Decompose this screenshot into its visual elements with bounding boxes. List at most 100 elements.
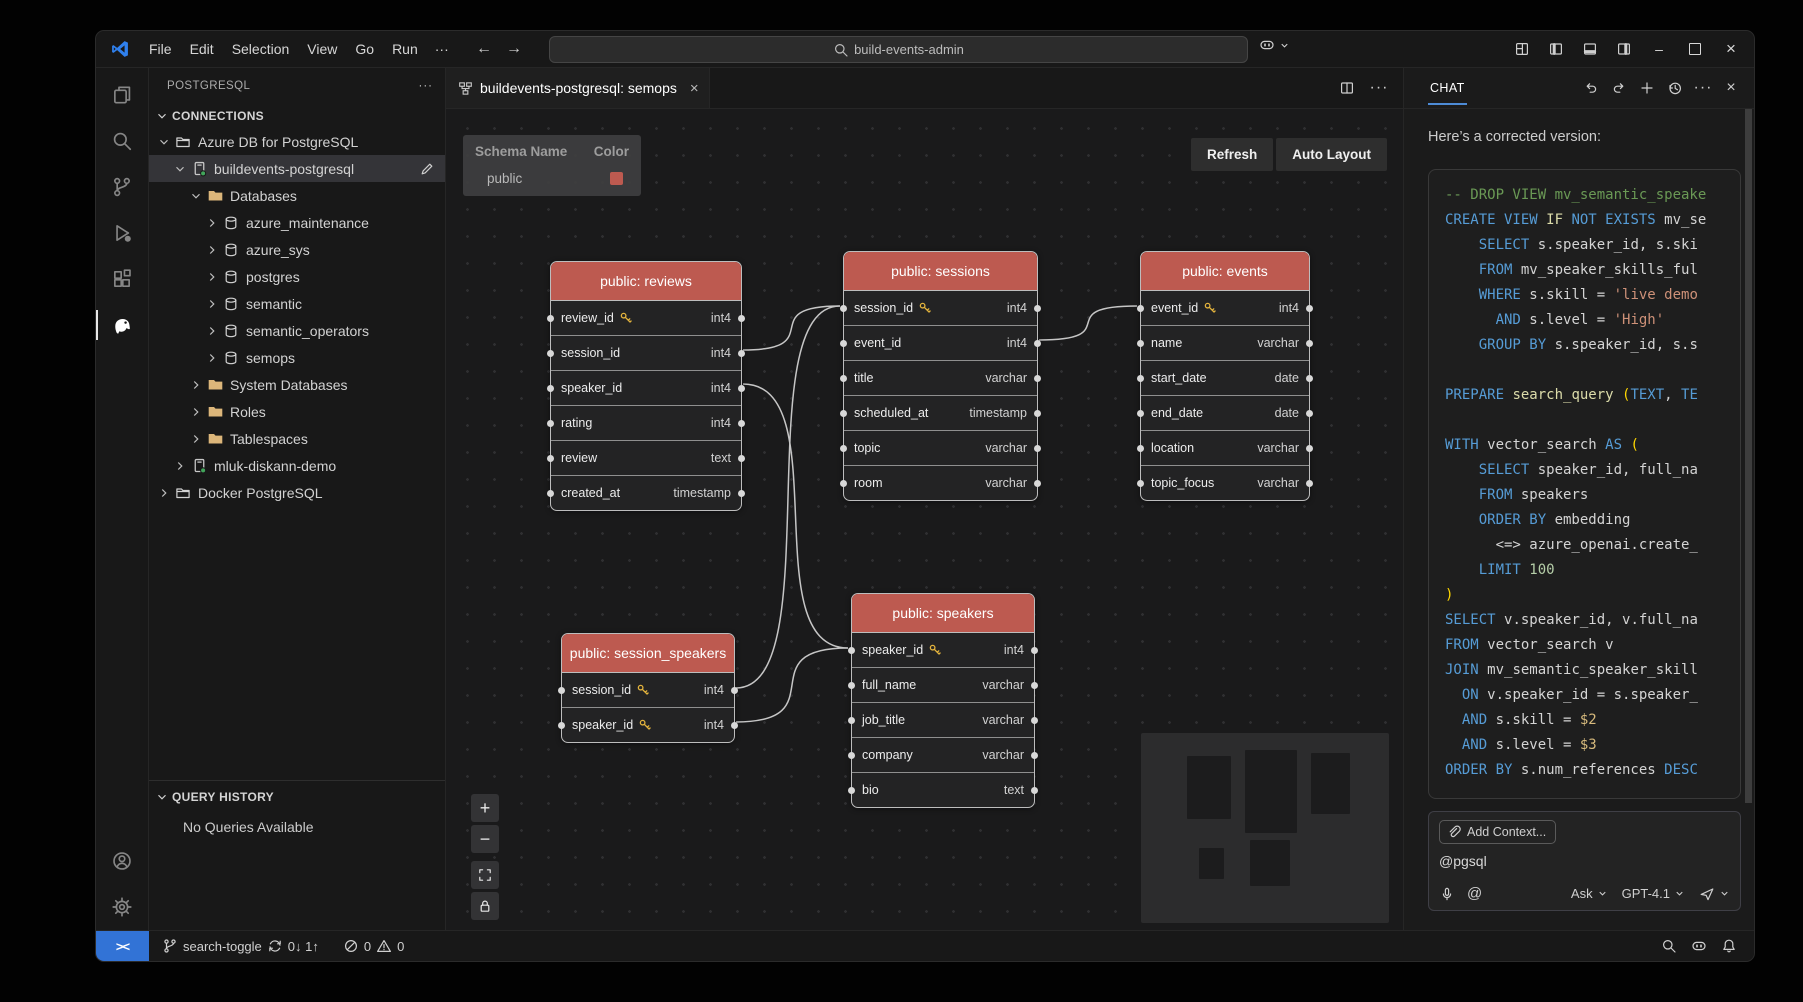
chevron-right-icon[interactable] — [203, 270, 221, 284]
notifications-bell-button[interactable] — [1714, 938, 1744, 954]
editor-tabbar: buildevents-postgresql: semops × ··· — [446, 68, 1403, 109]
tree-item-postgres[interactable]: postgres — [149, 263, 445, 290]
tree-item-mluk-diskann-demo[interactable]: mluk-diskann-demo — [149, 452, 445, 479]
redo-button[interactable] — [1606, 75, 1632, 101]
connections-section-header[interactable]: CONNECTIONS — [149, 104, 445, 128]
close-chat-button[interactable]: × — [1718, 75, 1744, 101]
split-editor-button[interactable] — [1333, 75, 1361, 101]
activity-item-source-control[interactable] — [96, 164, 148, 210]
editor-more-actions[interactable]: ··· — [1365, 75, 1393, 101]
auto-layout-button[interactable]: Auto Layout — [1276, 138, 1387, 171]
copilot-status-button[interactable] — [1684, 938, 1714, 954]
zoom-out-button[interactable]: − — [471, 825, 499, 853]
tree-item-semantic[interactable]: semantic — [149, 290, 445, 317]
tree-item-azure-sys[interactable]: azure_sys — [149, 236, 445, 263]
query-history-header[interactable]: QUERY HISTORY — [149, 785, 445, 809]
menu-run[interactable]: Run — [383, 38, 427, 60]
add-context-button[interactable]: Add Context... — [1439, 820, 1556, 844]
zoom-in-button[interactable]: + — [471, 794, 499, 822]
tree-item-buildevents-postgresql[interactable]: buildevents-postgresql — [149, 155, 445, 182]
minimize-button[interactable]: – — [1644, 36, 1674, 62]
model-picker-dropdown[interactable]: GPT-4.1 — [1622, 886, 1685, 901]
send-button[interactable] — [1699, 886, 1730, 902]
chat-input-value[interactable]: @pgsql — [1439, 853, 1730, 869]
tree-item-system-databases[interactable]: System Databases — [149, 371, 445, 398]
chevron-right-icon[interactable] — [187, 432, 205, 446]
activity-item-settings[interactable] — [96, 884, 148, 930]
chevron-right-icon[interactable] — [187, 405, 205, 419]
chevron-right-icon[interactable] — [203, 243, 221, 257]
chat-input-box[interactable]: Add Context... @pgsql @ Ask — [1428, 811, 1741, 911]
mention-button[interactable]: @ — [1467, 885, 1482, 902]
chevron-right-icon[interactable] — [155, 486, 173, 500]
chevron-down-icon[interactable] — [155, 135, 173, 149]
tab-chat[interactable]: CHAT — [1428, 71, 1467, 105]
branch-status-item[interactable]: search-toggle 0↓ 1↑ — [155, 931, 326, 961]
toggle-sidebar-left-button[interactable] — [1542, 36, 1570, 62]
chat-scrollbar[interactable] — [1745, 109, 1752, 803]
lock-diagram-button[interactable] — [471, 892, 499, 920]
menu-file[interactable]: File — [140, 38, 181, 60]
activity-item-accounts[interactable] — [96, 838, 148, 884]
chevron-right-icon[interactable] — [203, 351, 221, 365]
menu-selection[interactable]: Selection — [223, 38, 299, 60]
close-window-button[interactable]: × — [1716, 36, 1746, 62]
table-sessions[interactable]: public: sessionssession_idint4event_idin… — [843, 251, 1038, 501]
zoom-fit-button[interactable] — [471, 861, 499, 889]
refresh-button[interactable]: Refresh — [1191, 138, 1273, 171]
command-center-search[interactable]: build-events-admin — [549, 36, 1248, 63]
menu-go[interactable]: Go — [346, 38, 383, 60]
port — [840, 445, 847, 452]
diagram-minimap[interactable] — [1141, 733, 1389, 923]
remote-indicator[interactable]: >< — [96, 931, 149, 961]
chevron-right-icon[interactable] — [187, 378, 205, 392]
toggle-sidebar-right-button[interactable] — [1610, 36, 1638, 62]
activity-item-postgresql[interactable] — [96, 302, 148, 348]
copilot-menu-button[interactable] — [1259, 37, 1290, 53]
chat-mode-dropdown[interactable]: Ask — [1571, 886, 1608, 901]
activity-item-search[interactable] — [96, 118, 148, 164]
new-chat-button[interactable] — [1634, 75, 1660, 101]
er-diagram-canvas[interactable]: Schema Name Color public Refresh Auto La… — [446, 109, 1403, 930]
tree-item-azure-db-for-postgresql[interactable]: Azure DB for PostgreSQL — [149, 128, 445, 155]
chevron-right-icon[interactable] — [203, 216, 221, 230]
sidebar-more-actions[interactable]: ··· — [419, 80, 434, 92]
tab-close-icon[interactable]: × — [690, 80, 699, 97]
chat-more-actions[interactable]: ··· — [1690, 75, 1716, 101]
nav-forward-icon[interactable]: → — [501, 36, 527, 62]
zoom-status-button[interactable] — [1654, 938, 1684, 954]
tab-semops-diagram[interactable]: buildevents-postgresql: semops × — [446, 68, 710, 108]
chevron-down-icon[interactable] — [187, 189, 205, 203]
edit-connection-button[interactable] — [419, 161, 435, 177]
activity-item-run-and-debug[interactable] — [96, 210, 148, 256]
menu-overflow[interactable]: ··· — [427, 38, 457, 60]
chevron-right-icon[interactable] — [203, 324, 221, 338]
nav-back-icon[interactable]: ← — [471, 36, 497, 62]
customize-layout-button[interactable] — [1508, 36, 1536, 62]
table-events[interactable]: public: eventsevent_idint4namevarcharsta… — [1140, 251, 1310, 501]
tree-item-semops[interactable]: semops — [149, 344, 445, 371]
activity-item-extensions[interactable] — [96, 256, 148, 302]
chat-history-button[interactable] — [1662, 75, 1688, 101]
tree-item-semantic-operators[interactable]: semantic_operators — [149, 317, 445, 344]
menu-edit[interactable]: Edit — [181, 38, 223, 60]
undo-button[interactable] — [1578, 75, 1604, 101]
chevron-down-icon[interactable] — [171, 162, 189, 176]
tree-item-roles[interactable]: Roles — [149, 398, 445, 425]
table-reviews[interactable]: public: reviewsreview_idint4session_idin… — [550, 261, 742, 511]
port — [738, 315, 745, 322]
chevron-right-icon[interactable] — [171, 459, 189, 473]
problems-status-item[interactable]: 0 0 — [336, 931, 411, 961]
table-speakers[interactable]: public: speakersspeaker_idint4full_namev… — [851, 593, 1035, 808]
tree-item-azure-maintenance[interactable]: azure_maintenance — [149, 209, 445, 236]
activity-item-explorer[interactable] — [96, 72, 148, 118]
tree-item-tablespaces[interactable]: Tablespaces — [149, 425, 445, 452]
toggle-panel-button[interactable] — [1576, 36, 1604, 62]
menu-view[interactable]: View — [298, 38, 346, 60]
mic-button[interactable] — [1439, 886, 1455, 902]
chevron-right-icon[interactable] — [203, 297, 221, 311]
tree-item-docker-postgresql[interactable]: Docker PostgreSQL — [149, 479, 445, 506]
maximize-button[interactable] — [1680, 36, 1710, 62]
tree-item-databases[interactable]: Databases — [149, 182, 445, 209]
table-session_speakers[interactable]: public: session_speakerssession_idint4sp… — [561, 633, 735, 743]
